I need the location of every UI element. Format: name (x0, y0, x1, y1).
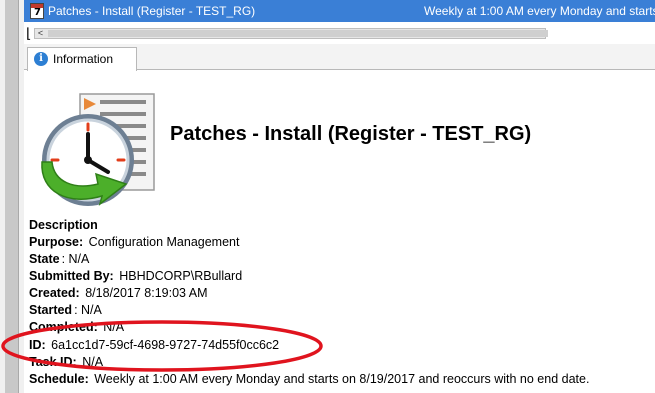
state-value: : N/A (61, 252, 90, 266)
started-value: : N/A (74, 303, 102, 317)
row-title: Patches - Install (Register - TEST_RG) (48, 4, 256, 18)
tab-information[interactable]: i Information (27, 47, 137, 71)
started-label: Started (29, 303, 73, 317)
purpose-label: Purpose: (29, 235, 84, 249)
completed-value: N/A (103, 320, 125, 334)
horizontal-scrollbar[interactable]: < (34, 28, 548, 39)
calendar-icon: 7 (30, 3, 44, 19)
info-icon: i (34, 52, 48, 66)
created-line: Created: 8/18/2017 8:19:03 AM (29, 286, 208, 300)
tab-strip: i Information (24, 44, 655, 71)
schedule-value: Weekly at 1:00 AM every Monday and start… (94, 372, 590, 386)
state-label: State (29, 252, 60, 266)
purpose-value: Configuration Management (88, 235, 240, 249)
text-cursor-icon: ⌊ (26, 25, 32, 41)
tab-label: Information (53, 52, 114, 66)
id-label: ID: (29, 338, 46, 352)
left-gutter (0, 0, 24, 393)
selected-job-row[interactable]: 7 Patches - Install (Register - TEST_RG)… (24, 0, 655, 22)
scroll-left-icon[interactable]: < (35, 29, 46, 38)
created-label: Created: (29, 286, 80, 300)
submitted-by-label: Submitted By: (29, 269, 114, 283)
scroll-thumb[interactable] (48, 30, 548, 37)
task-id-value: N/A (82, 355, 104, 369)
submitted-by-line: Submitted By: HBHDCORP\RBullard (29, 269, 242, 283)
schedule-label: Schedule: (29, 372, 89, 386)
id-value: 6a1cc1d7-59cf-4698-9727-74d55f0cc6c2 (51, 338, 280, 352)
scheduled-task-clock-icon (41, 93, 155, 206)
schedule-line: Schedule: Weekly at 1:00 AM every Monday… (29, 372, 589, 386)
list-scroll-row: ⌊ < (24, 22, 655, 44)
created-value: 8/18/2017 8:19:03 AM (85, 286, 208, 300)
completed-line: Completed: N/A (29, 320, 124, 334)
id-line: ID: 6a1cc1d7-59cf-4698-9727-74d55f0cc6c2 (29, 338, 279, 352)
completed-label: Completed: (29, 320, 98, 334)
task-id-label: Task ID: (29, 355, 77, 369)
row-schedule: Weekly at 1:00 AM every Monday and start… (424, 4, 655, 18)
purpose-line: Purpose: Configuration Management (29, 235, 239, 249)
submitted-by-value: HBHDCORP\RBullard (119, 269, 243, 283)
state-line: State: N/A (29, 252, 89, 266)
description-label: Description (29, 218, 98, 232)
description-line: Description (29, 218, 100, 232)
gutter-splitter[interactable] (5, 0, 19, 393)
task-id-line: Task ID: N/A (29, 355, 103, 369)
job-title: Patches - Install (Register - TEST_RG) (170, 123, 532, 145)
started-line: Started: N/A (29, 303, 102, 317)
